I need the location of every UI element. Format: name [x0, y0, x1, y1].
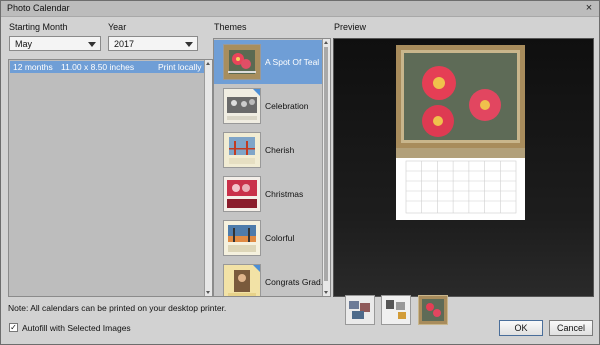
months-text: 12 months: [13, 62, 53, 72]
starting-month-select[interactable]: May: [9, 36, 101, 51]
theme-item-cherish[interactable]: Cherish: [214, 128, 324, 172]
theme-thumbnail: [223, 220, 261, 256]
photo-collage-thumbnail-icon: [349, 301, 370, 319]
preview-thumbnail-2[interactable]: [381, 295, 411, 325]
theme-name: Congrats Grad...: [265, 277, 328, 287]
bridge-thumbnail-icon: [224, 133, 260, 167]
title-bar: Photo Calendar ×: [1, 1, 599, 17]
note-text: Note: All calendars can be printed on yo…: [8, 303, 227, 313]
scroll-down-icon[interactable]: [206, 291, 210, 294]
christmas-thumbnail-icon: [224, 177, 260, 211]
list-item[interactable]: 12 months 11.00 x 8.50 inches Print loca…: [10, 61, 206, 73]
theme-name: Cherish: [265, 145, 295, 155]
year-label: Year: [108, 22, 127, 32]
bridge-sunset-thumbnail-icon: [224, 221, 260, 255]
print-text: Print locally: [158, 62, 202, 72]
theme-thumbnail: [223, 88, 261, 124]
preview-label: Preview: [334, 22, 367, 32]
theme-name: Celebration: [265, 101, 309, 111]
ok-button[interactable]: OK: [499, 320, 543, 336]
autofill-checkbox[interactable]: ✓: [9, 323, 18, 332]
theme-thumbnail: [223, 264, 261, 296]
starting-month-label: Starting Month: [9, 22, 68, 32]
flower-thumbnail-icon: [422, 299, 444, 321]
size-text: 11.00 x 8.50 inches: [61, 62, 135, 72]
photo-collage-thumbnail-icon: [386, 300, 406, 319]
scroll-up-icon[interactable]: [206, 62, 210, 65]
themes-scroll-arrows: [323, 39, 330, 296]
theme-item-celebration[interactable]: Celebration: [214, 84, 324, 128]
scroll-up-icon[interactable]: [324, 41, 328, 44]
new-badge-icon: [253, 89, 260, 96]
scroll-down-icon[interactable]: [324, 291, 328, 294]
calendar-preview-image: [396, 45, 525, 220]
theme-item-christmas[interactable]: Christmas: [214, 172, 324, 216]
theme-item-a-spot-of-teal[interactable]: A Spot Of Teal: [214, 40, 324, 84]
calendar-size-list[interactable]: 12 months 11.00 x 8.50 inches Print loca…: [8, 59, 213, 297]
chevron-down-icon: [185, 42, 193, 47]
theme-item-colorful[interactable]: Colorful: [214, 216, 324, 260]
theme-item-congrats-grad[interactable]: Congrats Grad...: [214, 260, 328, 296]
year-select[interactable]: 2017: [108, 36, 198, 51]
photo-calendar-dialog: Photo Calendar × Starting Month May Year…: [0, 0, 600, 345]
list-scrollbar[interactable]: [204, 60, 212, 296]
preview-thumbnail-1[interactable]: [345, 295, 375, 325]
themes-label: Themes: [214, 22, 247, 32]
theme-name: Christmas: [265, 189, 304, 199]
theme-thumbnail: [223, 132, 261, 168]
theme-name: A Spot Of Teal: [265, 57, 320, 67]
year-value: 2017: [114, 39, 135, 49]
preview-thumbnail-3[interactable]: [418, 295, 448, 325]
themes-list[interactable]: A Spot Of Teal Celebration Cherish Chris…: [213, 38, 331, 297]
starting-month-value: May: [15, 39, 33, 49]
new-badge-icon: [253, 265, 260, 272]
dialog-title: Photo Calendar: [7, 3, 70, 13]
preview-pane: [333, 38, 594, 325]
close-icon[interactable]: ×: [582, 2, 596, 14]
cancel-button[interactable]: Cancel: [549, 320, 593, 336]
autofill-label[interactable]: Autofill with Selected Images: [22, 323, 131, 333]
theme-thumbnail: [223, 44, 261, 80]
chevron-down-icon: [88, 42, 96, 47]
flower-thumbnail-icon: [224, 45, 260, 79]
theme-thumbnail: [223, 176, 261, 212]
theme-name: Colorful: [265, 233, 295, 243]
themes-scrollbar[interactable]: [322, 39, 330, 296]
